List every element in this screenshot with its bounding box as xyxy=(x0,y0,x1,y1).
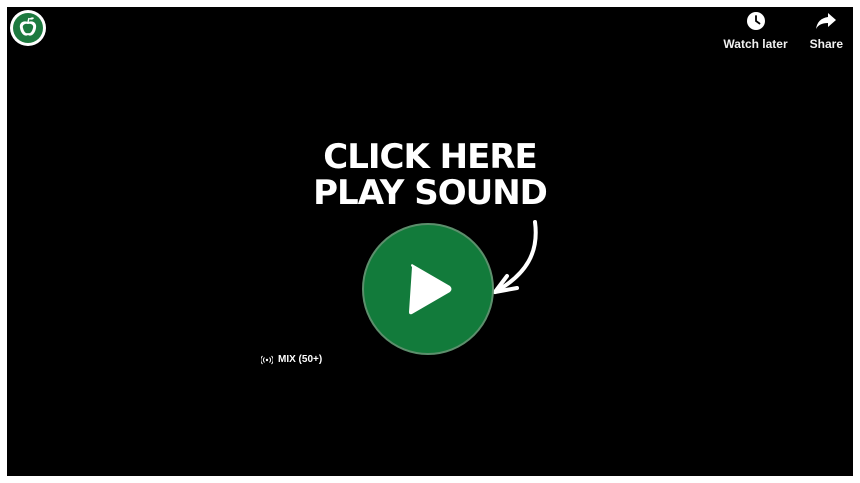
mix-badge[interactable]: MIX (50+) xyxy=(261,354,322,365)
top-actions: Watch later Share xyxy=(723,9,843,51)
mix-label: MIX (50+) xyxy=(278,354,323,365)
clock-icon xyxy=(744,9,768,33)
play-button[interactable] xyxy=(362,223,494,355)
channel-logo[interactable] xyxy=(10,10,46,46)
headline-line-2: PLAY SOUND xyxy=(313,173,548,213)
share-label: Share xyxy=(809,37,843,51)
video-player[interactable]: Watch later Share CLICK HERE PLAY SOUND xyxy=(7,7,853,476)
play-icon xyxy=(409,264,452,315)
overlay-headline: CLICK HERE PLAY SOUND xyxy=(7,139,853,211)
apple-logo-icon xyxy=(13,13,43,43)
share-button[interactable]: Share xyxy=(810,9,843,51)
broadcast-icon xyxy=(261,355,273,364)
headline-line-1: CLICK HERE xyxy=(323,137,538,177)
watch-later-label: Watch later xyxy=(723,37,788,51)
watch-later-button[interactable]: Watch later xyxy=(723,9,788,51)
share-arrow-icon xyxy=(814,9,838,33)
